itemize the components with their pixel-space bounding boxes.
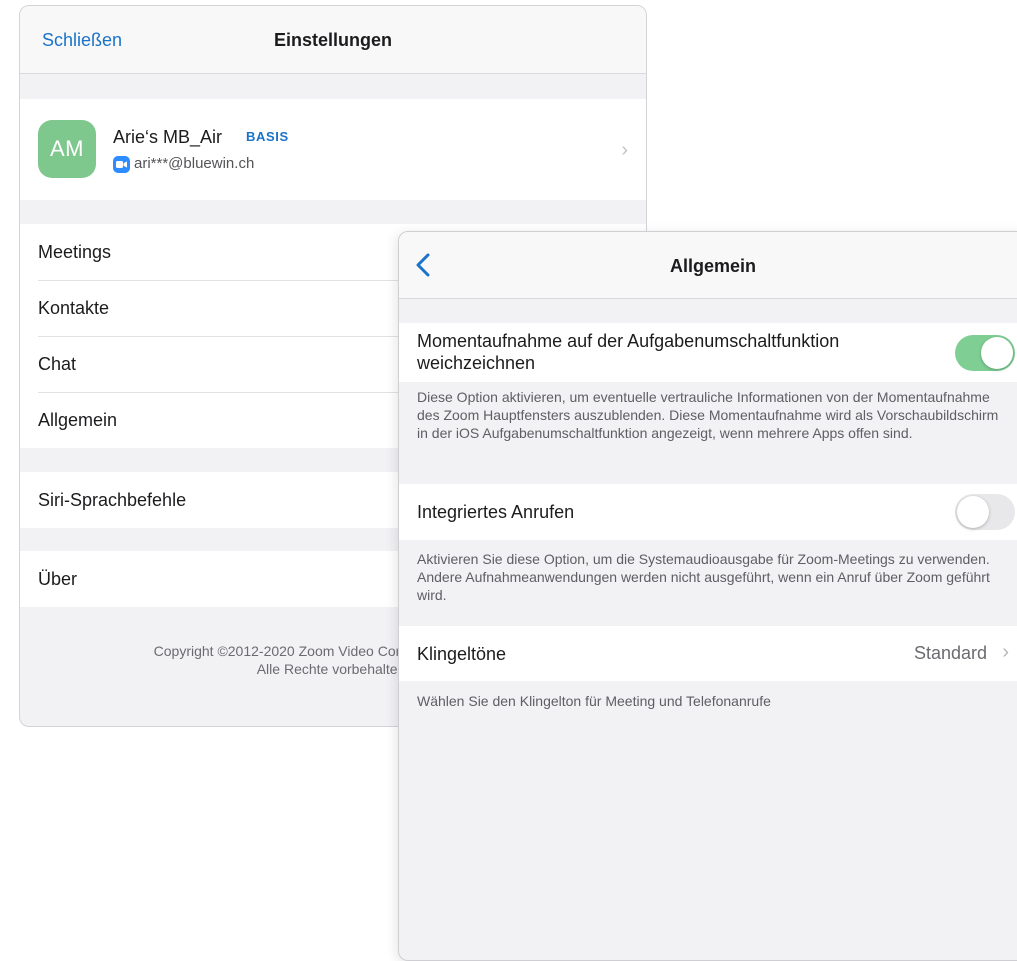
blur-snapshot-row: Momentaufnahme auf der Aufgabenumschaltf… [399,323,1017,382]
general-navbar: Allgemein [399,232,1017,299]
profile-name: Arie‘s MB_Air [113,127,223,147]
integrated-calling-label: Integriertes Anrufen [417,502,575,522]
ringtones-description: Wählen Sie den Klingelton für Meeting un… [417,693,771,709]
ringtones-value: Standard [913,643,987,663]
ringtones-row[interactable]: Klingeltöne Standard › [399,626,1017,681]
plan-badge: BASIS [246,129,289,144]
general-title: Allgemein [669,256,757,276]
settings-navbar: Schließen Einstellungen [20,6,646,74]
blur-snapshot-description: Diese Option aktivieren, um eventuelle v… [417,389,999,441]
chevron-right-icon: › [1002,641,1009,663]
blur-snapshot-toggle[interactable] [955,335,1015,371]
integrated-calling-toggle[interactable] [955,494,1015,530]
ringtones-label: Klingeltöne [417,644,507,664]
integrated-calling-row: Integriertes Anrufen [399,484,1017,540]
general-panel: Allgemein Momentaufnahme auf der Aufgabe… [398,231,1017,961]
blur-snapshot-label: Momentaufnahme auf der Aufgabenumschaltf… [417,331,840,373]
video-camera-icon [113,156,130,173]
profile-email: ari***@bluewin.ch [134,155,255,172]
chevron-right-icon: › [621,139,628,161]
toggle-knob [957,496,989,528]
settings-title: Einstellungen [273,30,392,50]
profile-row[interactable]: AM Arie‘s MB_Air BASIS ari***@bluewin.ch… [20,99,646,200]
avatar: AM [38,120,96,178]
integrated-calling-description: Aktivieren Sie diese Option, um die Syst… [417,551,990,603]
toggle-knob [981,337,1013,369]
